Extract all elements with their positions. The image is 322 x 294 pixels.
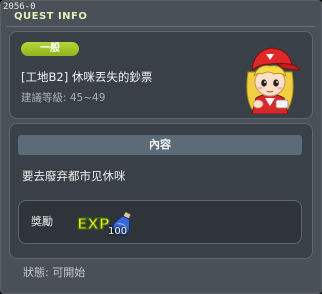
title-bar[interactable]: 2056-0 QUEST INFO [1, 1, 321, 27]
quest-header-panel: 一般 [工地B2] 休咪丟失的鈔票 建議等級: 45~49 [9, 31, 313, 119]
quest-category-badge: 一般 [21, 42, 79, 56]
exp-label: EXP [77, 215, 110, 233]
quest-description: 要去廢弃都市见休咪 [22, 169, 126, 183]
window-title: QUEST INFO [14, 11, 88, 22]
exp-amount: 100 [108, 226, 128, 237]
recommended-level: 建議等級: 45~49 [21, 92, 106, 104]
reward-label: 獎勵 [31, 215, 53, 228]
exp-potion-icon[interactable]: EXP [75, 210, 139, 240]
title-divider [7, 26, 315, 27]
content-section-header: 內容 [18, 135, 302, 155]
quest-status: 狀態: 可開始 [23, 266, 86, 279]
reward-box: 獎勵 EXP 100 [18, 200, 302, 244]
quest-content-panel: 內容 要去廢弃都市见休咪 獎勵 EXP 100 [9, 123, 313, 259]
npc-portrait-icon [246, 47, 302, 114]
quest-info-window: 2056-0 QUEST INFO 一般 [工地B2] 休咪丟失的鈔票 建議等級… [0, 0, 322, 294]
quest-name: [工地B2] 休咪丟失的鈔票 [21, 70, 153, 84]
